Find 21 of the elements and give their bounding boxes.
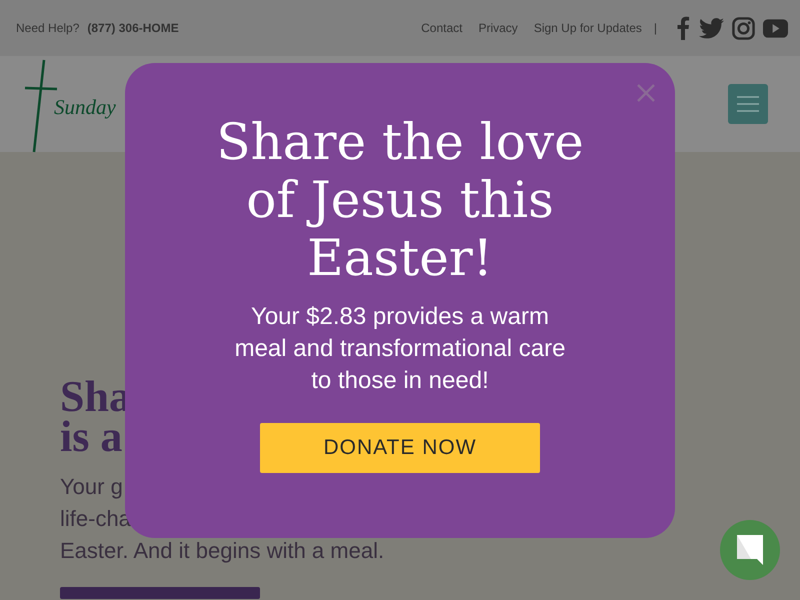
chat-icon xyxy=(735,533,765,567)
facebook-icon[interactable] xyxy=(675,16,691,40)
help-label: Need Help? xyxy=(16,21,80,35)
hero-text-line: Your g xyxy=(60,473,123,501)
hero-heading-line: is a xyxy=(60,417,122,457)
donate-button[interactable]: DONATE NOW xyxy=(260,423,540,473)
separator: | xyxy=(654,21,657,35)
hero-text-line: life-cha xyxy=(60,505,131,533)
nav-link[interactable]: Sign Up for Updates xyxy=(534,21,642,35)
menu-icon xyxy=(737,96,759,112)
popup-title: Share the love of Jesus this Easter! xyxy=(215,113,585,287)
instagram-icon[interactable] xyxy=(732,16,755,40)
popup-text: Your $2.83 provides a warm meal and transformational care to those in need! xyxy=(234,302,566,396)
nav-link[interactable]: Privacy xyxy=(478,21,518,35)
menu-button[interactable] xyxy=(728,84,768,124)
youtube-icon[interactable] xyxy=(763,18,788,38)
hero-text-line: Easter. And it begins with a meal. xyxy=(60,537,384,565)
nav-link[interactable]: Contact xyxy=(421,21,462,35)
twitter-icon[interactable] xyxy=(699,18,724,38)
phone-link[interactable]: (877) 306-HOME xyxy=(87,21,179,35)
logo-text[interactable]: Sunday xyxy=(54,94,116,120)
